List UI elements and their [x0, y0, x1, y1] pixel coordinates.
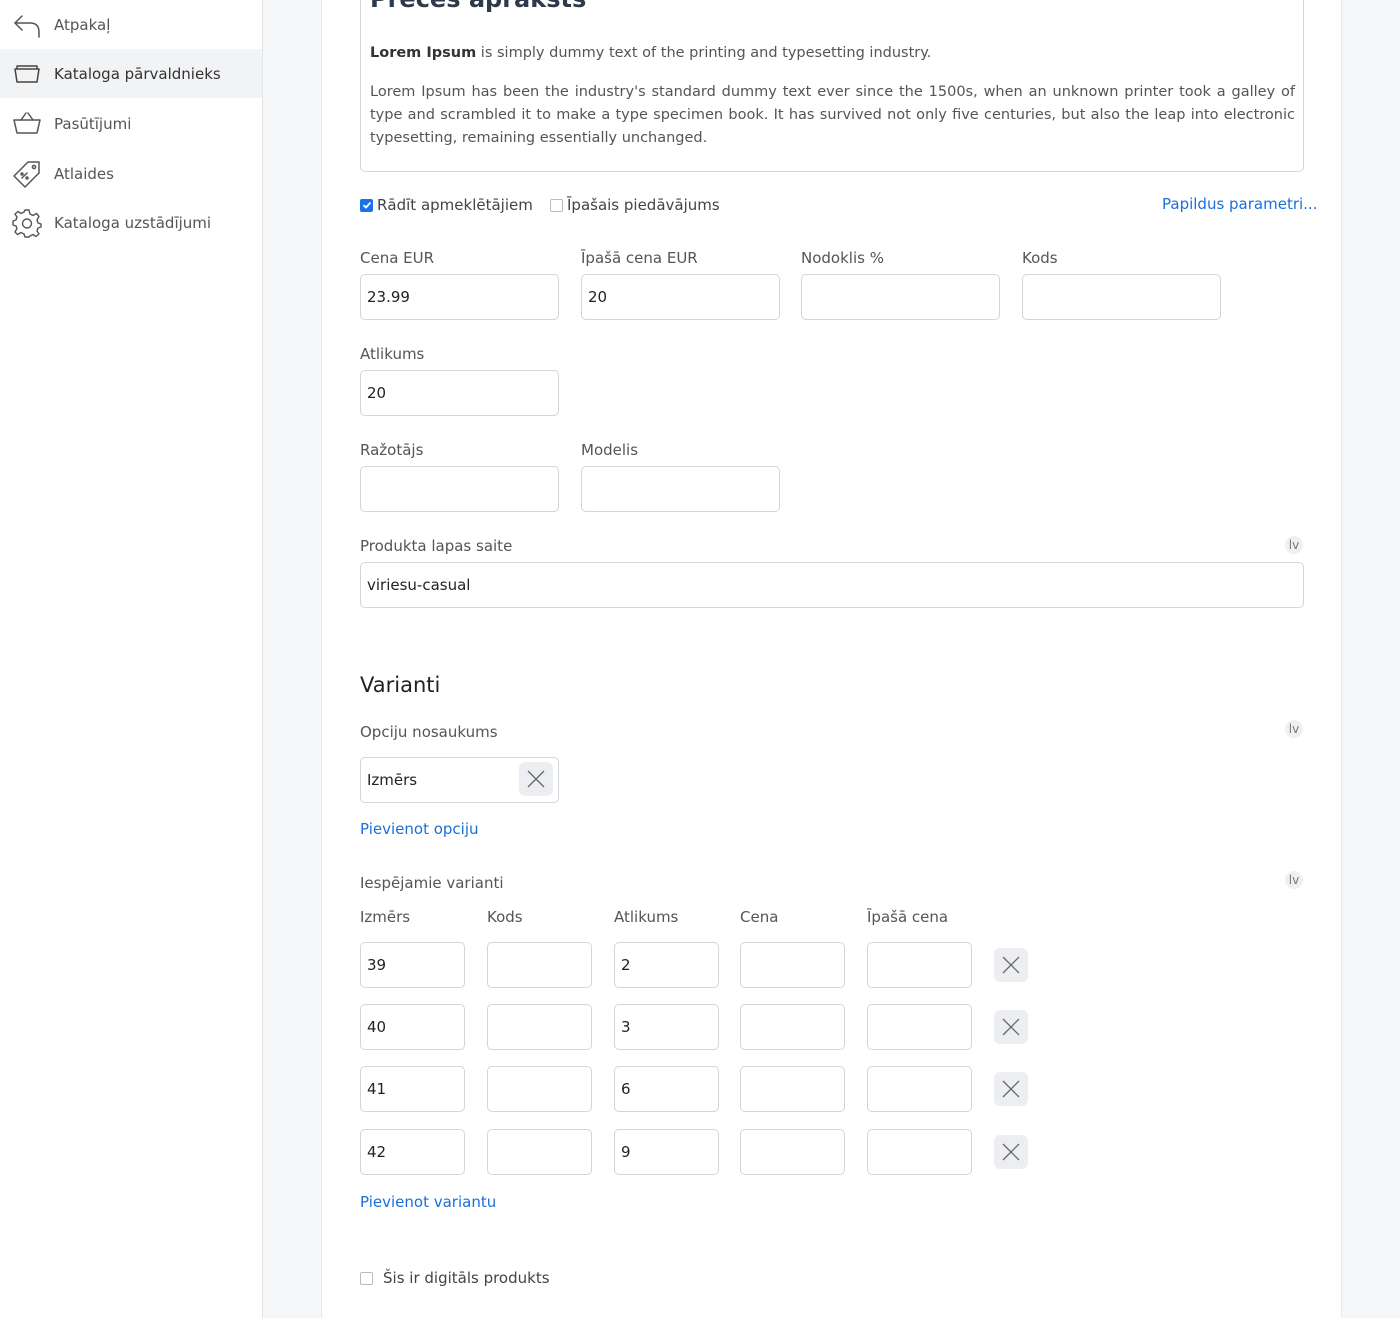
tax-input[interactable]: [801, 274, 1000, 320]
add-variant-link[interactable]: Pievienot variantu: [360, 1193, 496, 1211]
variant-code-input[interactable]: [487, 1066, 592, 1112]
model-label: Modelis: [581, 441, 639, 459]
variant-price-input[interactable]: [740, 1129, 845, 1175]
checkbox-checked-icon[interactable]: [360, 198, 373, 212]
description-title: Preces apraksts: [370, 0, 586, 11]
special-offer-checkbox[interactable]: Īpašais piedāvājums: [550, 196, 720, 214]
language-badge[interactable]: lv: [1285, 536, 1303, 554]
remove-variant-button[interactable]: [994, 948, 1028, 982]
remove-variant-button[interactable]: [994, 1010, 1028, 1044]
variant-stock-input[interactable]: [614, 1129, 719, 1175]
product-url-label: Produkta lapas saite: [360, 537, 513, 555]
description-paragraph-2: Lorem Ipsum has been the industry's stan…: [370, 84, 1295, 146]
variant-price-input[interactable]: [740, 1004, 845, 1050]
description-bold-text: Lorem Ipsum: [370, 45, 477, 61]
possible-variants-label: Iespējamie varianti: [360, 874, 504, 892]
extra-params-link[interactable]: Papildus parametri...: [1162, 195, 1317, 213]
variant-size-input[interactable]: [360, 1004, 465, 1050]
product-url-input[interactable]: [360, 562, 1304, 608]
sidebar-item-label: Atlaides: [54, 164, 114, 183]
variant-stock-input[interactable]: [614, 942, 719, 988]
tax-label: Nodoklis %: [801, 249, 884, 267]
variant-size-input[interactable]: [360, 1129, 465, 1175]
close-icon: [527, 770, 545, 788]
language-badge[interactable]: lv: [1285, 871, 1303, 889]
column-header-stock: Atlikums: [614, 908, 679, 926]
show-visitors-checkbox[interactable]: Rādīt apmeklētājiem: [360, 196, 533, 214]
sidebar-item-label: Atpakaļ: [54, 15, 111, 34]
variant-special-price-input[interactable]: [867, 942, 972, 988]
product-edit-card: Preces apraksts Lorem Ipsum is simply du…: [321, 0, 1342, 1318]
variant-price-input[interactable]: [740, 942, 845, 988]
column-header-special-price: Īpašā cena: [867, 908, 949, 926]
close-icon: [1002, 956, 1020, 974]
description-text: is simply dummy text of the printing and…: [476, 45, 932, 61]
special-offer-label: Īpašais piedāvājums: [567, 196, 720, 214]
variant-code-input[interactable]: [487, 1129, 592, 1175]
checkbox-unchecked-icon[interactable]: [550, 198, 563, 212]
price-tag-icon: [12, 159, 42, 189]
checkbox-unchecked-icon[interactable]: [360, 1271, 373, 1285]
sidebar-item-catalog-settings[interactable]: Kataloga uzstādījumi: [0, 198, 262, 247]
sidebar-item-label: Kataloga pārvaldnieks: [54, 64, 221, 83]
sidebar-item-discounts[interactable]: Atlaides: [0, 149, 262, 198]
stock-input[interactable]: [360, 370, 559, 416]
close-icon: [1002, 1080, 1020, 1098]
catalog-box-icon: [12, 59, 42, 89]
price-label: Cena EUR: [360, 249, 435, 267]
variants-section-title: Varianti: [360, 673, 441, 697]
variant-special-price-input[interactable]: [867, 1129, 972, 1175]
description-paragraph-1: Lorem Ipsum is simply dummy text of the …: [370, 43, 1295, 63]
manufacturer-input[interactable]: [360, 466, 559, 512]
stock-label: Atlikums: [360, 345, 425, 363]
show-visitors-label: Rādīt apmeklētājiem: [377, 196, 533, 214]
close-icon: [1002, 1143, 1020, 1161]
sidebar-item-back[interactable]: Atpakaļ: [0, 0, 262, 49]
add-option-link[interactable]: Pievienot opciju: [360, 820, 479, 838]
model-input[interactable]: [581, 466, 780, 512]
variant-code-input[interactable]: [487, 942, 592, 988]
sidebar-item-catalog-manager[interactable]: Kataloga pārvaldnieks: [0, 49, 262, 98]
variant-size-input[interactable]: [360, 1066, 465, 1112]
remove-variant-button[interactable]: [994, 1072, 1028, 1106]
special-price-input[interactable]: [581, 274, 780, 320]
sidebar-item-orders[interactable]: Pasūtījumi: [0, 99, 262, 148]
manufacturer-label: Ražotājs: [360, 441, 424, 459]
variant-stock-input[interactable]: [614, 1066, 719, 1112]
special-price-label: Īpašā cena EUR: [581, 249, 698, 267]
digital-product-checkbox[interactable]: Šis ir digitāls produkts: [360, 1269, 550, 1287]
code-label: Kods: [1022, 249, 1058, 267]
option-name-label: Opciju nosaukums: [360, 723, 498, 741]
variant-special-price-input[interactable]: [867, 1004, 972, 1050]
remove-variant-button[interactable]: [994, 1135, 1028, 1169]
column-header-code: Kods: [487, 908, 523, 926]
description-editor[interactable]: Preces apraksts Lorem Ipsum is simply du…: [360, 0, 1304, 172]
sidebar: Atpakaļ Kataloga pārvaldnieks Pasūtījumi…: [0, 0, 263, 1318]
back-arrow-icon: [12, 10, 42, 40]
language-badge[interactable]: lv: [1285, 720, 1303, 738]
close-icon: [1002, 1018, 1020, 1036]
basket-icon: [12, 109, 42, 139]
remove-option-button[interactable]: [519, 762, 553, 796]
sidebar-item-label: Kataloga uzstādījumi: [54, 213, 212, 232]
variant-size-input[interactable]: [360, 942, 465, 988]
variant-stock-input[interactable]: [614, 1004, 719, 1050]
variant-special-price-input[interactable]: [867, 1066, 972, 1112]
column-header-price: Cena: [740, 908, 779, 926]
gear-icon: [12, 208, 42, 238]
digital-product-label: Šis ir digitāls produkts: [383, 1269, 550, 1287]
variant-code-input[interactable]: [487, 1004, 592, 1050]
column-header-size: Izmērs: [360, 908, 411, 926]
price-input[interactable]: [360, 274, 559, 320]
code-input[interactable]: [1022, 274, 1221, 320]
sidebar-item-label: Pasūtījumi: [54, 114, 132, 133]
variant-price-input[interactable]: [740, 1066, 845, 1112]
